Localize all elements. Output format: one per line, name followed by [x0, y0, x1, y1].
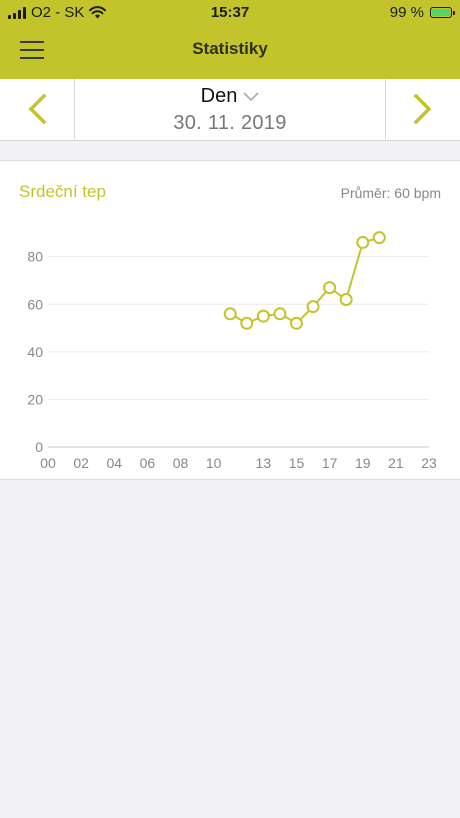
- x-tick-label: 00: [40, 455, 56, 471]
- chevron-right-icon: [413, 94, 432, 124]
- battery-icon: [430, 7, 455, 18]
- period-mode-dropdown[interactable]: Den: [201, 85, 260, 108]
- x-tick-label: 10: [206, 455, 222, 471]
- period-date: 30. 11. 2019: [173, 112, 287, 134]
- date-navigation: Den 30. 11. 2019: [0, 79, 460, 141]
- x-tick-label: 23: [421, 455, 437, 471]
- status-bar: O2 - SK 15:37 99 %: [0, 0, 460, 26]
- next-period-button[interactable]: [385, 79, 460, 139]
- data-point: [273, 307, 287, 321]
- page-title: Statistiky: [192, 39, 268, 58]
- x-tick-label: 06: [140, 455, 156, 471]
- data-point: [240, 316, 254, 330]
- y-tick-label: 20: [27, 391, 43, 407]
- data-point: [256, 309, 270, 323]
- x-tick-label: 04: [106, 455, 122, 471]
- y-tick-label: 60: [27, 296, 43, 312]
- battery-label: 99 %: [389, 4, 424, 21]
- heart-rate-chart: 0 20 40 60 80 00 02 04 06 08 10 13 15 17 19 21 23: [27, 231, 437, 471]
- x-tick-label: 08: [173, 455, 189, 471]
- data-point: [323, 281, 337, 295]
- period-mode-label: Den: [200, 85, 238, 107]
- x-tick-label: 19: [355, 455, 371, 471]
- data-point: [223, 307, 237, 321]
- data-point: [339, 293, 353, 307]
- period-selector: Den 30. 11. 2019: [75, 79, 385, 139]
- y-tick-label: 0: [35, 439, 43, 455]
- x-tick-label: 15: [289, 455, 305, 471]
- x-tick-label: 17: [322, 455, 338, 471]
- y-tick-label: 40: [27, 344, 43, 360]
- series-line: [229, 236, 380, 325]
- y-tick-label: 80: [27, 249, 43, 265]
- chevron-left-icon: [28, 94, 47, 124]
- x-tick-label: 02: [73, 455, 89, 471]
- x-tick-label: 13: [256, 455, 272, 471]
- chevron-down-icon: [243, 91, 259, 101]
- data-point: [289, 316, 303, 330]
- data-point: [306, 300, 320, 314]
- heart-rate-card: Srdeční tep Průměr: 60 bpm 0 20 40 60 80 00 02…: [0, 160, 460, 480]
- data-point: [372, 231, 386, 245]
- top-bar: O2 - SK 15:37 99 % Statistiky: [0, 0, 460, 79]
- x-tick-label: 21: [388, 455, 404, 471]
- data-point: [356, 235, 370, 249]
- previous-period-button[interactable]: [0, 79, 75, 139]
